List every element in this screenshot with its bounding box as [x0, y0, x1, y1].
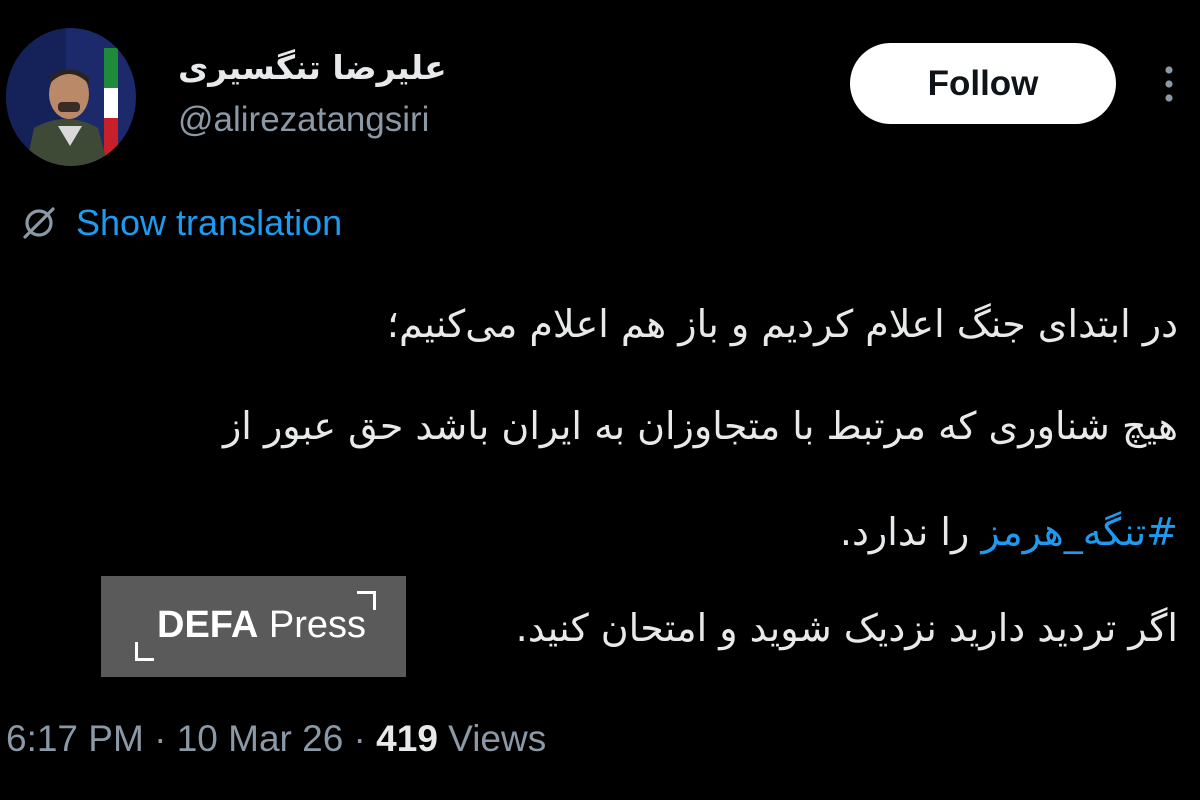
follow-button[interactable]: Follow — [850, 43, 1116, 124]
views-label: Views — [437, 718, 547, 759]
meta-separator: · — [343, 718, 377, 759]
watermark-brand-rest: Press — [258, 604, 367, 646]
watermark-brand-bold: DEFA — [157, 604, 259, 646]
watermark-brand: DEFA Press — [157, 604, 366, 647]
more-vertical-icon[interactable] — [1158, 64, 1180, 104]
globe-off-icon — [23, 207, 55, 239]
display-name[interactable]: علیرضا تنگسیری — [178, 48, 448, 94]
tweet-time[interactable]: 6:17 PM — [6, 718, 144, 759]
watermark-corner — [135, 642, 154, 661]
views-count: 419 — [376, 718, 438, 759]
tweet-text-line: در ابتدای جنگ اعلام کردیم و باز هم اعلام… — [386, 302, 1178, 346]
hashtag-link[interactable]: #تنگه_هرمز — [981, 510, 1178, 554]
tweet-text-line: اگر تردید دارید نزدیک شوید و امتحان کنید… — [515, 606, 1178, 650]
tweet-text-fragment: را ندارد. — [839, 510, 982, 554]
tweet-text-line: #تنگه_هرمز را ندارد. — [840, 510, 1178, 554]
avatar[interactable] — [6, 28, 136, 166]
show-translation-link[interactable]: Show translation — [76, 202, 342, 244]
tweet-meta: 6:17 PM · 10 Mar 26 · 419 Views — [6, 718, 546, 760]
user-handle[interactable]: @alirezatangsiri — [178, 100, 429, 140]
tweet-date[interactable]: 10 Mar 26 — [177, 718, 344, 759]
watermark-overlay: DEFA Press — [101, 576, 406, 677]
tweet-text-line: هیچ شناوری که مرتبط با متجاوزان به ایران… — [222, 404, 1178, 448]
meta-separator: · — [143, 718, 177, 759]
translation-row[interactable]: Show translation — [20, 200, 342, 246]
avatar-image — [6, 28, 136, 166]
